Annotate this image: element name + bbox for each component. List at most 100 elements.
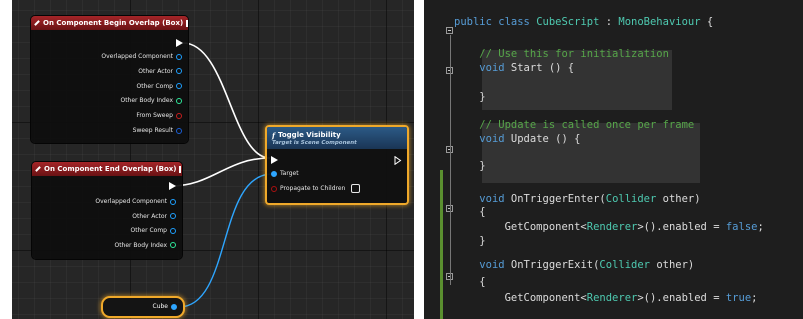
exec-wire-end <box>170 157 271 187</box>
output-pin-row[interactable]: Sweep Result <box>133 127 182 134</box>
pin-label: Other Comp <box>130 227 167 234</box>
pin-label: Overlapped Component <box>95 198 167 205</box>
delegate-pin-icon[interactable] <box>179 165 182 173</box>
code-line[interactable]: GetComponent<Renderer>().enabled = false… <box>454 217 764 237</box>
cube-output-pin[interactable] <box>171 303 177 310</box>
begin-overlap-header: On Component Begin Overlap (Box) <box>31 16 188 30</box>
change-indicator <box>440 170 443 319</box>
pin-label: Other Comp <box>136 82 173 90</box>
code-line[interactable]: void Update () { <box>454 129 580 149</box>
code-token: OnTriggerExit( <box>504 259 600 271</box>
toggle-visibility-node[interactable]: f Toggle Visibility Target is Scene Comp… <box>265 125 409 205</box>
code-token: >().enabled = <box>637 292 726 304</box>
pin-label: Overlapped Component <box>101 53 173 60</box>
code-token: } <box>454 235 486 247</box>
code-token: GetComponent< <box>454 292 587 304</box>
exec-wire-begin <box>182 42 271 159</box>
end-overlap-title: On Component End Overlap (Box) <box>44 165 177 173</box>
code-token: other) <box>650 259 695 271</box>
code-token: >().enabled = <box>637 221 726 233</box>
outline-guide <box>450 35 451 285</box>
code-line[interactable]: } <box>454 156 486 176</box>
toggle-visibility-header: f Toggle Visibility Target is Scene Comp… <box>267 127 407 149</box>
pin-label: Other Body Index <box>120 97 173 105</box>
exec-out-pin[interactable] <box>394 156 402 165</box>
begin-overlap-event-node[interactable]: On Component Begin Overlap (Box) Overlap… <box>31 16 188 143</box>
code-line[interactable]: public class CubeScript : MonoBehaviour … <box>454 12 713 32</box>
output-pin-row[interactable]: Overlapped Component <box>95 198 176 205</box>
pin-label: Other Body Index <box>114 241 167 249</box>
code-token: public class <box>454 16 537 28</box>
code-line[interactable]: void OnTriggerEnter(Collider other) <box>454 189 701 209</box>
code-editor[interactable]: public class CubeScript : MonoBehaviour … <box>424 0 803 319</box>
code-token: Start () { <box>504 62 575 74</box>
code-line[interactable]: void OnTriggerExit(Collider other) <box>454 255 694 275</box>
blueprint-graph[interactable]: On Component Begin Overlap (Box) Overlap… <box>12 0 414 319</box>
end-overlap-event-node[interactable]: On Component End Overlap (Box) Overlappe… <box>32 162 182 259</box>
code-token: void <box>479 133 505 145</box>
cube-label: Cube <box>152 303 169 310</box>
code-line[interactable]: GetComponent<Renderer>().enabled = true; <box>454 288 758 308</box>
code-token: Collider <box>605 193 657 205</box>
pin-connector-icon[interactable] <box>176 53 182 60</box>
output-pin-row[interactable]: Other Body Index <box>120 97 182 104</box>
fold-toggle-icon[interactable] <box>446 27 453 34</box>
output-pin-row[interactable]: Overlapped Component <box>101 53 182 60</box>
exec-in-pin[interactable] <box>271 156 278 164</box>
pin-label: Sweep Result <box>132 127 173 134</box>
code-token: false <box>725 221 758 233</box>
code-token: OnTriggerEnter( <box>504 193 606 205</box>
output-pin-row[interactable]: Other Actor <box>132 213 176 220</box>
pin-connector-icon[interactable] <box>170 213 176 219</box>
code-token: ; <box>757 221 764 233</box>
propagate-label: Propagate to Children <box>280 185 346 192</box>
toggle-visibility-title: Toggle Visibility <box>278 131 341 139</box>
function-icon: f <box>272 130 276 140</box>
output-pin-row[interactable]: Other Actor <box>138 68 182 75</box>
output-pin-row[interactable]: Other Comp <box>137 83 182 90</box>
code-token: { <box>454 276 486 288</box>
code-token: ; <box>751 292 758 304</box>
pin-label: Other Actor <box>132 212 167 220</box>
code-token: Renderer <box>586 292 638 304</box>
code-token: other) <box>656 193 701 205</box>
exec-out-pin[interactable] <box>169 182 176 190</box>
exec-out-pin[interactable] <box>176 39 183 47</box>
begin-overlap-title: On Component Begin Overlap (Box) <box>43 19 184 27</box>
code-token: { <box>700 16 714 28</box>
propagate-checkbox[interactable] <box>351 184 361 193</box>
target-pin[interactable] <box>271 170 277 177</box>
propagate-pin[interactable] <box>271 185 277 192</box>
pin-connector-icon[interactable] <box>170 242 176 248</box>
code-token: void <box>479 259 505 271</box>
target-label: Target <box>280 170 299 177</box>
pin-connector-icon[interactable] <box>176 127 182 134</box>
pin-connector-icon[interactable] <box>170 227 176 234</box>
output-pin-row[interactable]: Other Body Index <box>114 242 176 249</box>
code-token: true <box>725 292 752 304</box>
pin-connector-icon[interactable] <box>176 83 182 90</box>
code-token: : <box>599 16 619 28</box>
pin-connector-icon[interactable] <box>176 112 182 119</box>
code-token: Update () { <box>504 133 581 145</box>
pin-connector-icon[interactable] <box>176 68 182 75</box>
code-line[interactable]: void Start () { <box>454 58 574 78</box>
code-token: } <box>454 160 486 172</box>
pin-connector-icon[interactable] <box>170 198 176 205</box>
pin-connector-icon[interactable] <box>176 97 182 104</box>
delegate-pin-icon[interactable] <box>186 19 188 27</box>
code-line[interactable]: } <box>454 87 486 107</box>
target-wire <box>178 173 273 308</box>
code-line[interactable]: } <box>454 231 486 251</box>
code-token: } <box>454 91 486 103</box>
code-token: void <box>479 62 505 74</box>
output-pin-row[interactable]: Other Comp <box>131 227 176 234</box>
end-overlap-header: On Component End Overlap (Box) <box>32 162 182 176</box>
pin-label: Other Actor <box>138 67 173 75</box>
code-token: CubeScript <box>536 16 600 28</box>
output-pin-row[interactable]: From Sweep <box>136 112 182 119</box>
cube-variable-node[interactable]: Cube <box>101 296 185 318</box>
